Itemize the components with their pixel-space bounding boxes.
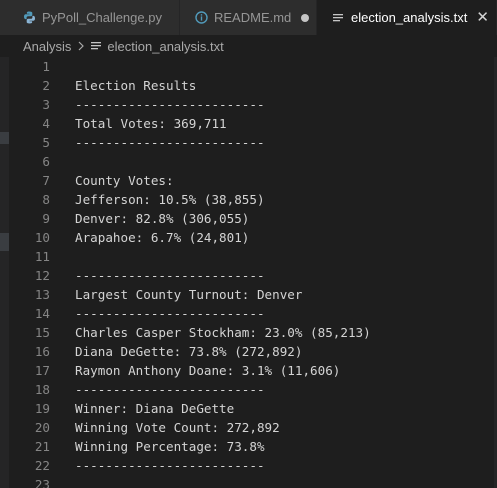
tab-label: PyPoll_Challenge.py [42, 10, 162, 25]
line-number: 19 [34, 401, 50, 416]
code-line[interactable]: 18 ------------------------- [0, 380, 497, 399]
text-file-icon [90, 40, 102, 52]
line-number: 14 [34, 306, 50, 321]
code-editor[interactable]: 1 2 Election Results 3 ---------------------… [0, 57, 497, 488]
line-number: 18 [34, 382, 50, 397]
line-text: ------------------------- [75, 135, 265, 150]
code-line[interactable]: 22 ------------------------- [0, 456, 497, 475]
line-text: Raymon Anthony Doane: 3.1% (11,606) [75, 363, 341, 378]
code-line[interactable]: 2 Election Results [0, 76, 497, 95]
python-icon [22, 11, 36, 25]
breadcrumb-folder[interactable]: Analysis [23, 39, 71, 54]
code-line[interactable]: 5 ------------------------- [0, 133, 497, 152]
code-line[interactable]: 13 Largest County Turnout: Denver [0, 285, 497, 304]
line-text: County Votes: [75, 173, 174, 188]
line-number: 22 [34, 458, 50, 473]
code-line[interactable]: 14 ------------------------- [0, 304, 497, 323]
line-text: Total Votes: 369,711 [75, 116, 227, 131]
code-line[interactable]: 9 Denver: 82.8% (306,055) [0, 209, 497, 228]
line-text: Jefferson: 10.5% (38,855) [75, 192, 265, 207]
line-number: 16 [34, 344, 50, 359]
line-text: Winning Vote Count: 272,892 [75, 420, 280, 435]
tab-label: election_analysis.txt [351, 10, 468, 25]
editor-window: PyPoll_Challenge.py README.md election_a… [0, 0, 497, 488]
text-file-icon [331, 11, 345, 25]
line-number: 12 [34, 268, 50, 283]
line-number: 20 [34, 420, 50, 435]
line-number: 11 [34, 249, 50, 264]
line-text: ------------------------- [75, 306, 265, 321]
code-line[interactable]: 7 County Votes: [0, 171, 497, 190]
line-text: ------------------------- [75, 382, 265, 397]
code-line[interactable]: 19 Winner: Diana DeGette [0, 399, 497, 418]
line-number: 2 [42, 78, 50, 93]
code-line[interactable]: 15 Charles Casper Stockham: 23.0% (85,213… [0, 323, 497, 342]
tab-bar: PyPoll_Challenge.py README.md election_a… [0, 0, 497, 35]
line-number: 13 [34, 287, 50, 302]
line-number: 17 [34, 363, 50, 378]
breadcrumb-file[interactable]: election_analysis.txt [107, 39, 223, 54]
unsaved-dot-icon[interactable] [301, 13, 310, 22]
code-line[interactable]: 1 [0, 57, 497, 76]
line-number: 6 [42, 154, 50, 169]
line-text: ------------------------- [75, 458, 265, 473]
close-icon[interactable]: ✕ [476, 10, 489, 25]
line-text: Winning Percentage: 73.8% [75, 439, 265, 454]
code-line[interactable]: 3 ------------------------- [0, 95, 497, 114]
line-number: 23 [34, 477, 50, 488]
code-line[interactable]: 10 Arapahoe: 6.7% (24,801) [0, 228, 497, 247]
line-text: Charles Casper Stockham: 23.0% (85,213) [75, 325, 371, 340]
line-text: Denver: 82.8% (306,055) [75, 211, 250, 226]
chevron-right-icon [77, 41, 85, 51]
line-text: Largest County Turnout: Denver [75, 287, 303, 302]
line-number: 4 [42, 116, 50, 131]
line-text: Election Results [75, 78, 197, 93]
code-line[interactable]: 11 [0, 247, 497, 266]
line-text: Diana DeGette: 73.8% (272,892) [75, 344, 303, 359]
code-line[interactable]: 12 ------------------------- [0, 266, 497, 285]
tab-label: README.md [214, 10, 292, 25]
line-number: 3 [42, 97, 50, 112]
line-text: Winner: Diana DeGette [75, 401, 235, 416]
tab-readme[interactable]: README.md [180, 0, 317, 35]
line-number: 10 [34, 230, 50, 245]
line-number: 1 [42, 59, 50, 74]
code-line[interactable]: 4 Total Votes: 369,711 [0, 114, 497, 133]
info-icon [194, 11, 208, 25]
line-number: 15 [34, 325, 50, 340]
code-line[interactable]: 16 Diana DeGette: 73.8% (272,892) [0, 342, 497, 361]
tab-pypoll-challenge[interactable]: PyPoll_Challenge.py [0, 0, 180, 35]
code-line[interactable]: 21 Winning Percentage: 73.8% [0, 437, 497, 456]
tab-election-analysis[interactable]: election_analysis.txt ✕ [317, 0, 497, 35]
code-line[interactable]: 8 Jefferson: 10.5% (38,855) [0, 190, 497, 209]
line-number: 7 [42, 173, 50, 188]
line-text: ------------------------- [75, 268, 265, 283]
line-number: 5 [42, 135, 50, 150]
line-text: Arapahoe: 6.7% (24,801) [75, 230, 250, 245]
code-line[interactable]: 6 [0, 152, 497, 171]
code-line[interactable]: 20 Winning Vote Count: 272,892 [0, 418, 497, 437]
line-number: 8 [42, 192, 50, 207]
code-line[interactable]: 17 Raymon Anthony Doane: 3.1% (11,606) [0, 361, 497, 380]
line-text: ------------------------- [75, 97, 265, 112]
line-number: 9 [42, 211, 50, 226]
code-line[interactable]: 23 [0, 475, 497, 488]
breadcrumb: Analysis election_analysis.txt [0, 35, 497, 57]
line-number: 21 [34, 439, 50, 454]
